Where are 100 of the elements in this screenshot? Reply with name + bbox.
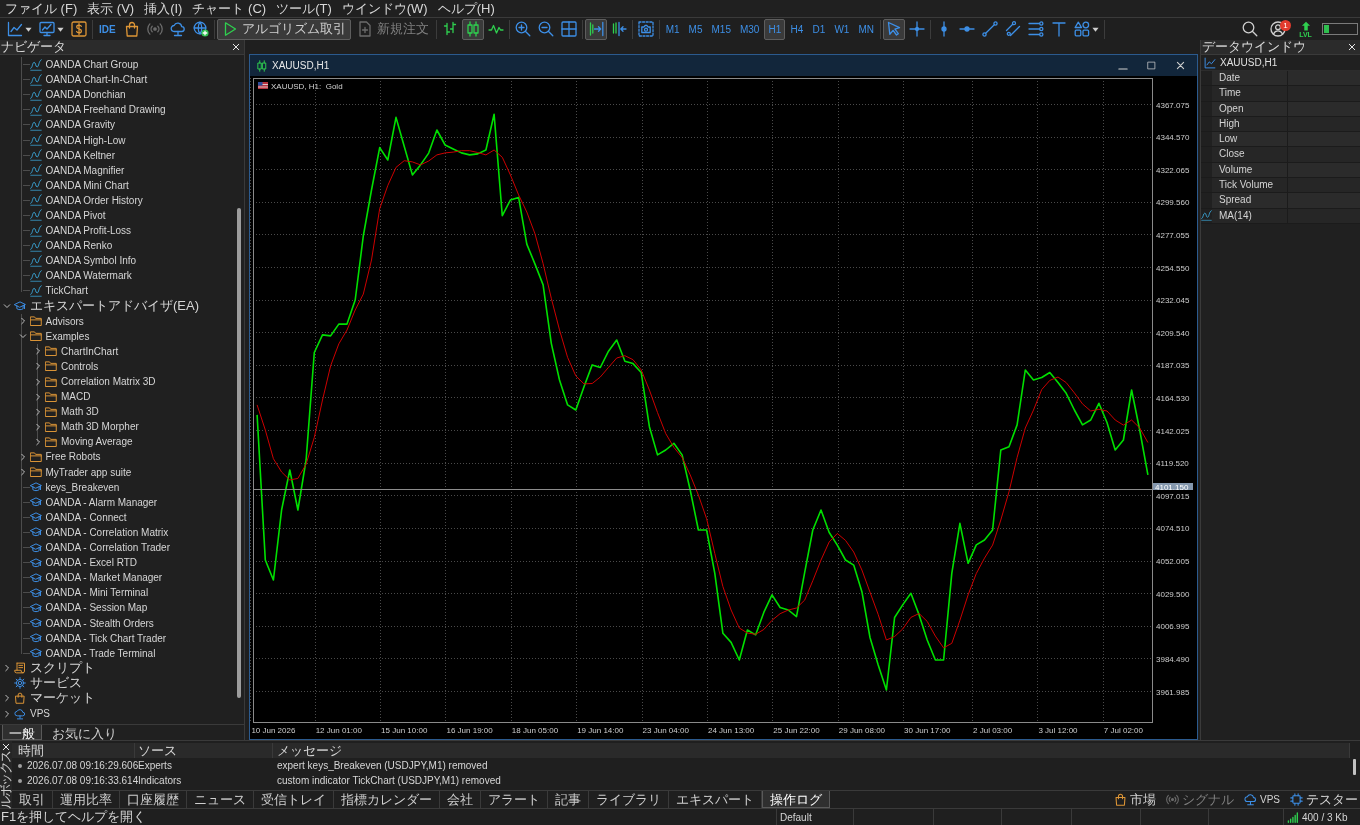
market-link[interactable]: 市場 [1114, 790, 1156, 809]
tree-item[interactable]: Math 3D [0, 404, 99, 420]
timeframe-button[interactable]: M30 [735, 18, 764, 40]
tree-item[interactable]: Examples [0, 328, 90, 344]
menu-item[interactable]: ツール(T) [271, 0, 337, 17]
tree-item[interactable]: OANDA - Stealth Orders [0, 615, 154, 631]
squiggle-icon [29, 209, 42, 222]
tree-item[interactable]: VPS [0, 706, 50, 722]
tree-item[interactable]: OANDA - Mini Terminal [0, 585, 149, 601]
tree-item[interactable]: MyTrader app suite [0, 464, 132, 480]
timeframe-button[interactable]: MN [854, 18, 878, 40]
tree-item[interactable]: OANDA Keltner [0, 147, 115, 163]
timeframe-button[interactable]: W1 [830, 18, 854, 40]
tree-item[interactable]: OANDA - Session Map [0, 600, 148, 616]
account-button[interactable]: 1 [1267, 18, 1289, 40]
tree-item[interactable]: OANDA - Tick Chart Trader [0, 630, 167, 646]
search-icon [1242, 21, 1258, 37]
close-button[interactable] [1346, 41, 1357, 53]
menu-item[interactable]: ウインドウ(W) [336, 0, 433, 17]
tree-item[interactable]: keys_Breakeven [0, 479, 120, 495]
tree-item[interactable]: Free Robots [0, 449, 101, 465]
column-header[interactable]: メッセージ [273, 743, 1350, 758]
folder-icon [29, 315, 42, 328]
tree-item[interactable]: MACD [0, 389, 91, 405]
tree-item[interactable]: OANDA High-Low [0, 132, 126, 148]
close-button[interactable] [0, 742, 12, 751]
cloud-icon [1244, 793, 1257, 806]
tree-item[interactable]: OANDA Order History [0, 192, 143, 208]
tree-item[interactable]: OANDA Profit-Loss [0, 223, 132, 239]
tree-item[interactable]: OANDA Renko [0, 238, 113, 254]
tree-item[interactable]: Advisors [0, 313, 84, 329]
tree-item[interactable]: OANDA - Correlation Trader [0, 540, 170, 556]
tree-item[interactable]: OANDA - Correlation Matrix [0, 524, 169, 540]
menu-item[interactable]: 挿入(I) [139, 0, 188, 17]
close-icon [2, 742, 10, 751]
scrollbar-thumb[interactable] [237, 208, 241, 698]
menu-item[interactable]: ヘルプ(H) [432, 0, 500, 17]
timeframe-button[interactable]: M1 [661, 18, 684, 40]
tree-item[interactable]: マーケット [0, 690, 95, 707]
tree-item[interactable]: OANDA Chart-In-Chart [0, 72, 148, 88]
ide-button[interactable]: IDE [95, 18, 120, 40]
tree-item[interactable]: ChartInChart [0, 343, 119, 359]
shopping-bag-icon [123, 21, 140, 37]
tree-item[interactable]: OANDA Magnifier [0, 162, 125, 178]
tree-item[interactable]: OANDA Chart Group [0, 57, 139, 73]
menu-item[interactable]: ファイル (F) [0, 0, 83, 17]
axis-label: 16 Jun 19:00 [446, 726, 493, 735]
panel-tab[interactable]: 一般 [2, 725, 42, 740]
tree-item[interactable]: Correlation Matrix 3D [0, 373, 156, 390]
tree-item[interactable]: Math 3D Morpher [0, 419, 139, 435]
candlestick-chart-button[interactable] [461, 18, 484, 40]
row-label: Low [1212, 132, 1288, 147]
dollar-icon [71, 21, 87, 37]
squiggle-icon [29, 284, 42, 297]
caret-icon [25, 25, 32, 33]
tree-item[interactable]: サービス [0, 675, 82, 691]
axis-label: 4187.035 [1156, 361, 1190, 371]
tree-item[interactable]: OANDA Pivot [0, 207, 106, 224]
cursor-button[interactable] [882, 18, 905, 40]
tree-item[interactable]: エキスパートアドバイザ(EA) [0, 298, 199, 314]
timeframe-button[interactable]: D1 [808, 18, 830, 40]
graduation-cap-icon [29, 496, 42, 509]
timeframe-button[interactable]: M5 [684, 18, 707, 40]
timeframe-button[interactable]: M15 [707, 18, 735, 40]
panel-tab[interactable]: 操作ログ [762, 791, 830, 808]
squiggle-icon [29, 118, 42, 131]
axis-label: 4006.995 [1156, 622, 1190, 632]
tree-item[interactable]: OANDA Donchian [0, 87, 126, 103]
panel-tab[interactable]: お気に入り [46, 725, 123, 740]
crosshair-icon [908, 21, 925, 37]
folder-icon [45, 390, 57, 403]
axis-label: 4322.065 [1156, 165, 1190, 175]
tree-item[interactable]: スクリプト [0, 660, 95, 676]
tree-item[interactable]: OANDA - Excel RTD [0, 555, 137, 571]
window-title: XAUUSD,H1 [272, 60, 330, 71]
tree-item[interactable]: OANDA - Connect [0, 509, 127, 525]
tree-item[interactable]: Moving Average [0, 434, 133, 450]
tree-item[interactable]: OANDA Gravity [0, 117, 115, 133]
tester-link[interactable]: テスター [1290, 790, 1358, 809]
menu-item[interactable]: チャート (C) [187, 0, 272, 17]
timeframe-button[interactable]: H4 [786, 18, 808, 40]
tree-item[interactable]: OANDA Freehand Drawing [0, 102, 166, 118]
tree-item[interactable]: OANDA Watermark [0, 268, 132, 284]
tree-item[interactable]: OANDA Mini Chart [0, 177, 129, 193]
vps-link[interactable]: VPS [1244, 793, 1280, 806]
scrollbar-thumb[interactable] [1353, 759, 1356, 775]
dollar-button[interactable] [68, 18, 90, 40]
close-button[interactable] [230, 41, 241, 53]
grid-icon [560, 21, 577, 37]
tree-item[interactable]: Controls [0, 358, 99, 374]
tree-item[interactable]: OANDA Symbol Info [0, 253, 137, 269]
autoscroll-button[interactable] [584, 18, 607, 40]
tree-item[interactable]: TickChart [0, 283, 88, 299]
tree-item[interactable]: OANDA - Market Manager [0, 570, 163, 586]
column-header[interactable]: ソース [135, 743, 273, 758]
tree-item[interactable]: OANDA - Alarm Manager [0, 494, 158, 510]
column-header[interactable]: 時間 [12, 743, 135, 758]
tree-item[interactable]: OANDA - Trade Terminal [0, 645, 156, 661]
menu-item[interactable]: 表示 (V) [82, 0, 140, 17]
algo-trading-button[interactable]: アルゴリズム取引 [216, 18, 351, 40]
